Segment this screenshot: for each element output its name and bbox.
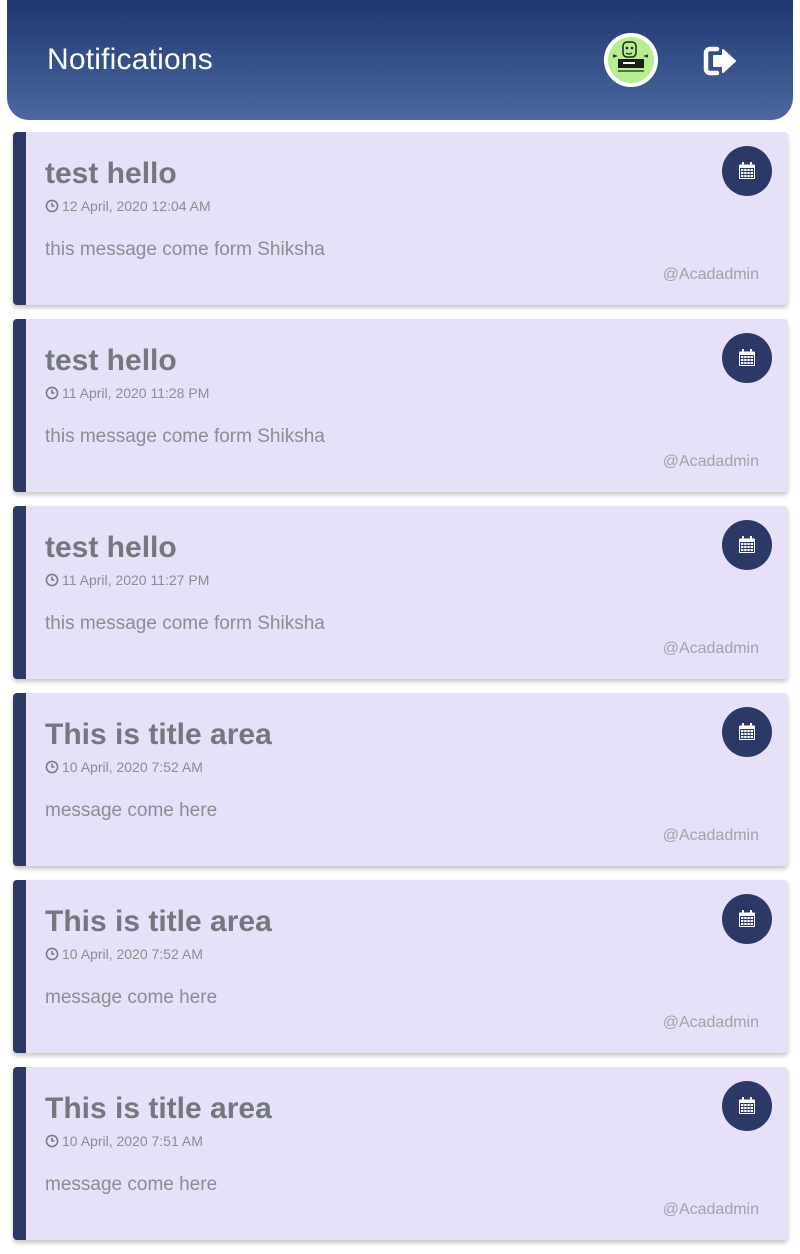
notification-message: message come here — [45, 800, 218, 821]
notification-time-text: 10 April, 2020 7:52 AM — [62, 946, 203, 962]
notification-message: this message come form Shiksha — [45, 613, 325, 634]
notification-author: @Acadadmin — [662, 1014, 759, 1031]
notification-title: test hello — [45, 344, 177, 377]
notification-title: This is title area — [45, 718, 272, 751]
notification-title: This is title area — [45, 1092, 272, 1125]
notification-author: @Acadadmin — [662, 827, 759, 844]
notification-card[interactable]: test hello 11 April, 2020 11:28 PM this … — [13, 319, 788, 492]
notification-time: 10 April, 2020 7:52 AM — [45, 946, 203, 962]
clock-icon — [45, 760, 59, 774]
calendar-button[interactable] — [722, 894, 772, 944]
calendar-icon — [739, 1097, 755, 1114]
calendar-icon — [739, 723, 755, 740]
notification-message: message come here — [45, 987, 218, 1008]
logout-icon — [703, 46, 736, 76]
calendar-icon — [739, 162, 755, 179]
calendar-icon — [739, 910, 755, 927]
notification-time-text: 10 April, 2020 7:51 AM — [62, 1133, 203, 1149]
logout-button[interactable] — [700, 41, 740, 81]
notification-card[interactable]: test hello 11 April, 2020 11:27 PM this … — [13, 506, 788, 679]
notification-title: This is title area — [45, 905, 272, 938]
notification-card[interactable]: This is title area 10 April, 2020 7:51 A… — [13, 1067, 788, 1240]
app-header: Notifications — [7, 0, 793, 120]
notification-time-text: 11 April, 2020 11:28 PM — [62, 385, 210, 401]
notification-card[interactable]: This is title area 10 April, 2020 7:52 A… — [13, 693, 788, 866]
notification-time-text: 10 April, 2020 7:52 AM — [62, 759, 203, 775]
notification-time: 12 April, 2020 12:04 AM — [45, 198, 211, 214]
notification-list: test hello 12 April, 2020 12:04 AM this … — [13, 132, 788, 1254]
calendar-button[interactable] — [722, 146, 772, 196]
calendar-button[interactable] — [722, 520, 772, 570]
clock-icon — [45, 199, 59, 213]
calendar-icon — [739, 536, 755, 553]
notification-message: this message come form Shiksha — [45, 239, 325, 260]
notification-card[interactable]: This is title area 10 April, 2020 7:52 A… — [13, 880, 788, 1053]
notification-message: message come here — [45, 1174, 218, 1195]
notification-time: 11 April, 2020 11:27 PM — [45, 572, 209, 588]
notification-message: this message come form Shiksha — [45, 426, 325, 447]
notification-author: @Acadadmin — [662, 453, 759, 470]
notification-time-text: 12 April, 2020 12:04 AM — [62, 198, 211, 214]
notification-author: @Acadadmin — [662, 1201, 759, 1218]
notification-card[interactable]: test hello 12 April, 2020 12:04 AM this … — [13, 132, 788, 305]
avatar-icon — [604, 33, 658, 87]
calendar-button[interactable] — [722, 333, 772, 383]
notification-title: test hello — [45, 157, 177, 190]
user-avatar[interactable] — [604, 33, 658, 87]
notification-time: 10 April, 2020 7:52 AM — [45, 759, 203, 775]
notification-time-text: 11 April, 2020 11:27 PM — [62, 572, 210, 588]
calendar-button[interactable] — [722, 707, 772, 757]
clock-icon — [45, 1134, 59, 1148]
calendar-button[interactable] — [722, 1081, 772, 1131]
page-title: Notifications — [47, 43, 214, 76]
notification-time: 11 April, 2020 11:28 PM — [45, 385, 209, 401]
notification-author: @Acadadmin — [662, 640, 759, 657]
clock-icon — [45, 386, 59, 400]
clock-icon — [45, 573, 59, 587]
clock-icon — [45, 947, 59, 961]
notification-author: @Acadadmin — [662, 266, 759, 283]
notification-title: test hello — [45, 531, 177, 564]
notification-time: 10 April, 2020 7:51 AM — [45, 1133, 203, 1149]
calendar-icon — [739, 349, 755, 366]
